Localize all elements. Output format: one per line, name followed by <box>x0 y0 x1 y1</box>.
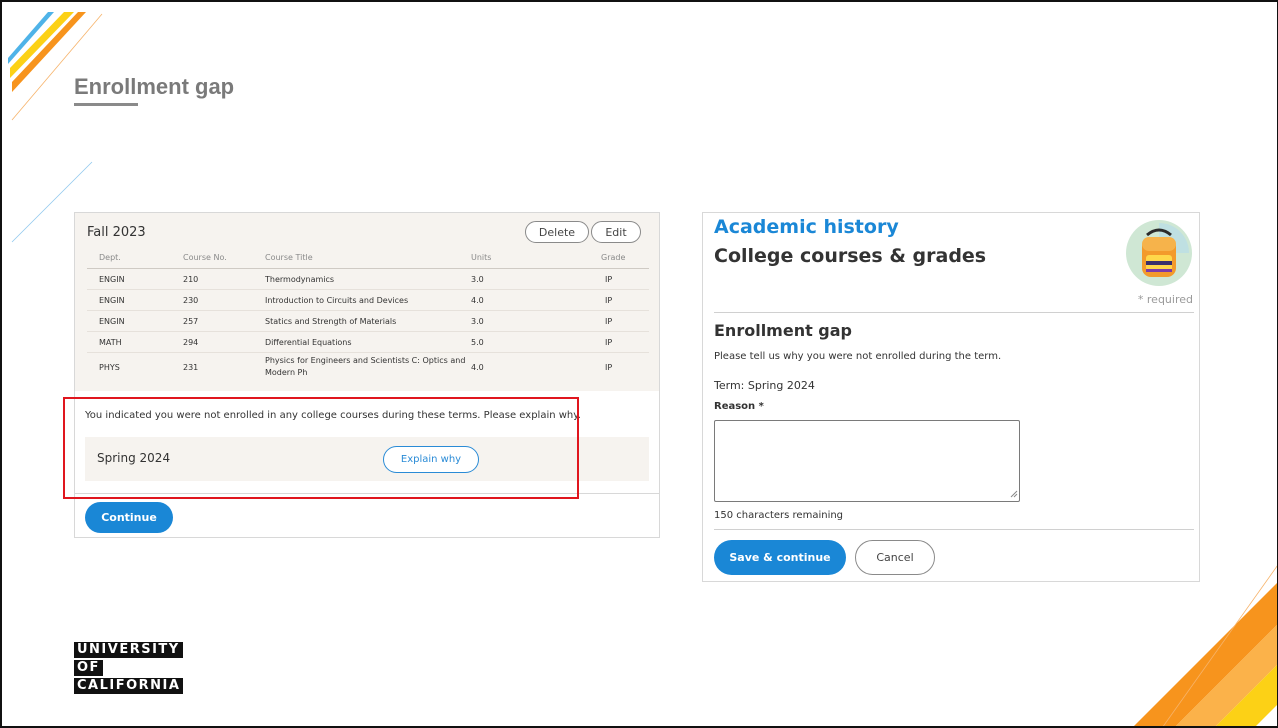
logo-line: OF <box>74 660 103 676</box>
cell-grade: IP <box>605 275 613 284</box>
cell-dept: PHYS <box>99 363 120 372</box>
cell-grade: IP <box>605 338 613 347</box>
divider <box>714 529 1194 530</box>
cell-grade: IP <box>605 296 613 305</box>
section-description: Please tell us why you were not enrolled… <box>714 351 1002 362</box>
cell-course-no: 294 <box>183 338 199 347</box>
logo-line: UNIVERSITY <box>74 642 183 658</box>
reason-textarea[interactable] <box>714 420 1020 502</box>
cell-dept: MATH <box>99 338 122 347</box>
column-header-units: Units <box>471 253 492 262</box>
cell-dept: ENGIN <box>99 275 125 284</box>
column-header-course-title: Course Title <box>265 253 313 262</box>
cell-grade: IP <box>605 363 613 372</box>
column-header-grade: Grade <box>601 253 626 262</box>
term-course-card: Fall 2023 Delete Edit Dept. Course No. C… <box>75 213 659 391</box>
cell-course-title: Differential Equations <box>265 338 352 347</box>
column-header-dept: Dept. <box>99 253 121 262</box>
cell-grade: IP <box>605 317 613 326</box>
cell-units: 3.0 <box>471 275 484 284</box>
continue-button[interactable]: Continue <box>85 502 173 533</box>
highlight-box <box>63 397 579 499</box>
cell-course-no: 231 <box>183 363 199 372</box>
required-note: * required <box>1137 293 1193 306</box>
save-and-continue-button[interactable]: Save & continue <box>714 540 846 575</box>
cell-dept: ENGIN <box>99 317 125 326</box>
term-label: Term: Spring 2024 <box>714 379 815 392</box>
cell-course-title: Introduction to Circuits and Devices <box>265 296 409 305</box>
table-row: PHYS 231 Physics for Engineers and Scien… <box>87 353 649 383</box>
university-of-california-logo: UNIVERSITY OF CALIFORNIA <box>74 642 184 696</box>
term-title: Fall 2023 <box>87 225 146 240</box>
textarea-resize-icon[interactable] <box>1010 490 1018 498</box>
backpack-icon <box>1126 220 1192 286</box>
section-title: Enrollment gap <box>714 321 853 340</box>
slide-title: Enrollment gap <box>74 74 235 99</box>
cell-course-no: 210 <box>183 275 199 284</box>
table-row: MATH 294 Differential Equations 5.0 IP <box>87 332 649 353</box>
column-header-course-no: Course No. <box>183 253 227 262</box>
delete-button[interactable]: Delete <box>525 221 589 243</box>
reason-label: Reason * <box>714 401 764 412</box>
cell-course-title: Thermodynamics <box>265 275 335 284</box>
course-table: Dept. Course No. Course Title Units Grad… <box>87 249 649 383</box>
table-row: ENGIN 230 Introduction to Circuits and D… <box>87 290 649 311</box>
divider <box>714 312 1194 313</box>
cell-units: 3.0 <box>471 317 484 326</box>
cell-units: 4.0 <box>471 363 484 372</box>
cell-course-no: 257 <box>183 317 199 326</box>
section-kicker: Academic history <box>714 216 899 238</box>
cell-course-no: 230 <box>183 296 199 305</box>
title-underline <box>74 103 138 106</box>
table-row: ENGIN 257 Statics and Strength of Materi… <box>87 311 649 332</box>
page-title: College courses & grades <box>714 245 987 267</box>
edit-button[interactable]: Edit <box>591 221 641 243</box>
cell-dept: ENGIN <box>99 296 125 305</box>
logo-line: CALIFORNIA <box>74 678 184 694</box>
table-row: ENGIN 210 Thermodynamics 3.0 IP <box>87 269 649 290</box>
slide: Enrollment gap Fall 2023 Delete Edit Dep… <box>0 0 1278 728</box>
cancel-button[interactable]: Cancel <box>855 540 935 575</box>
characters-remaining: 150 characters remaining <box>714 510 844 521</box>
cell-course-title: Statics and Strength of Materials <box>265 317 397 326</box>
table-header: Dept. Course No. Course Title Units Grad… <box>87 249 649 269</box>
enrollment-gap-form-panel: Academic history College courses & grade… <box>702 212 1200 582</box>
cell-units: 5.0 <box>471 338 484 347</box>
cell-units: 4.0 <box>471 296 484 305</box>
cell-course-title: Physics for Engineers and Scientists C: … <box>265 356 466 377</box>
